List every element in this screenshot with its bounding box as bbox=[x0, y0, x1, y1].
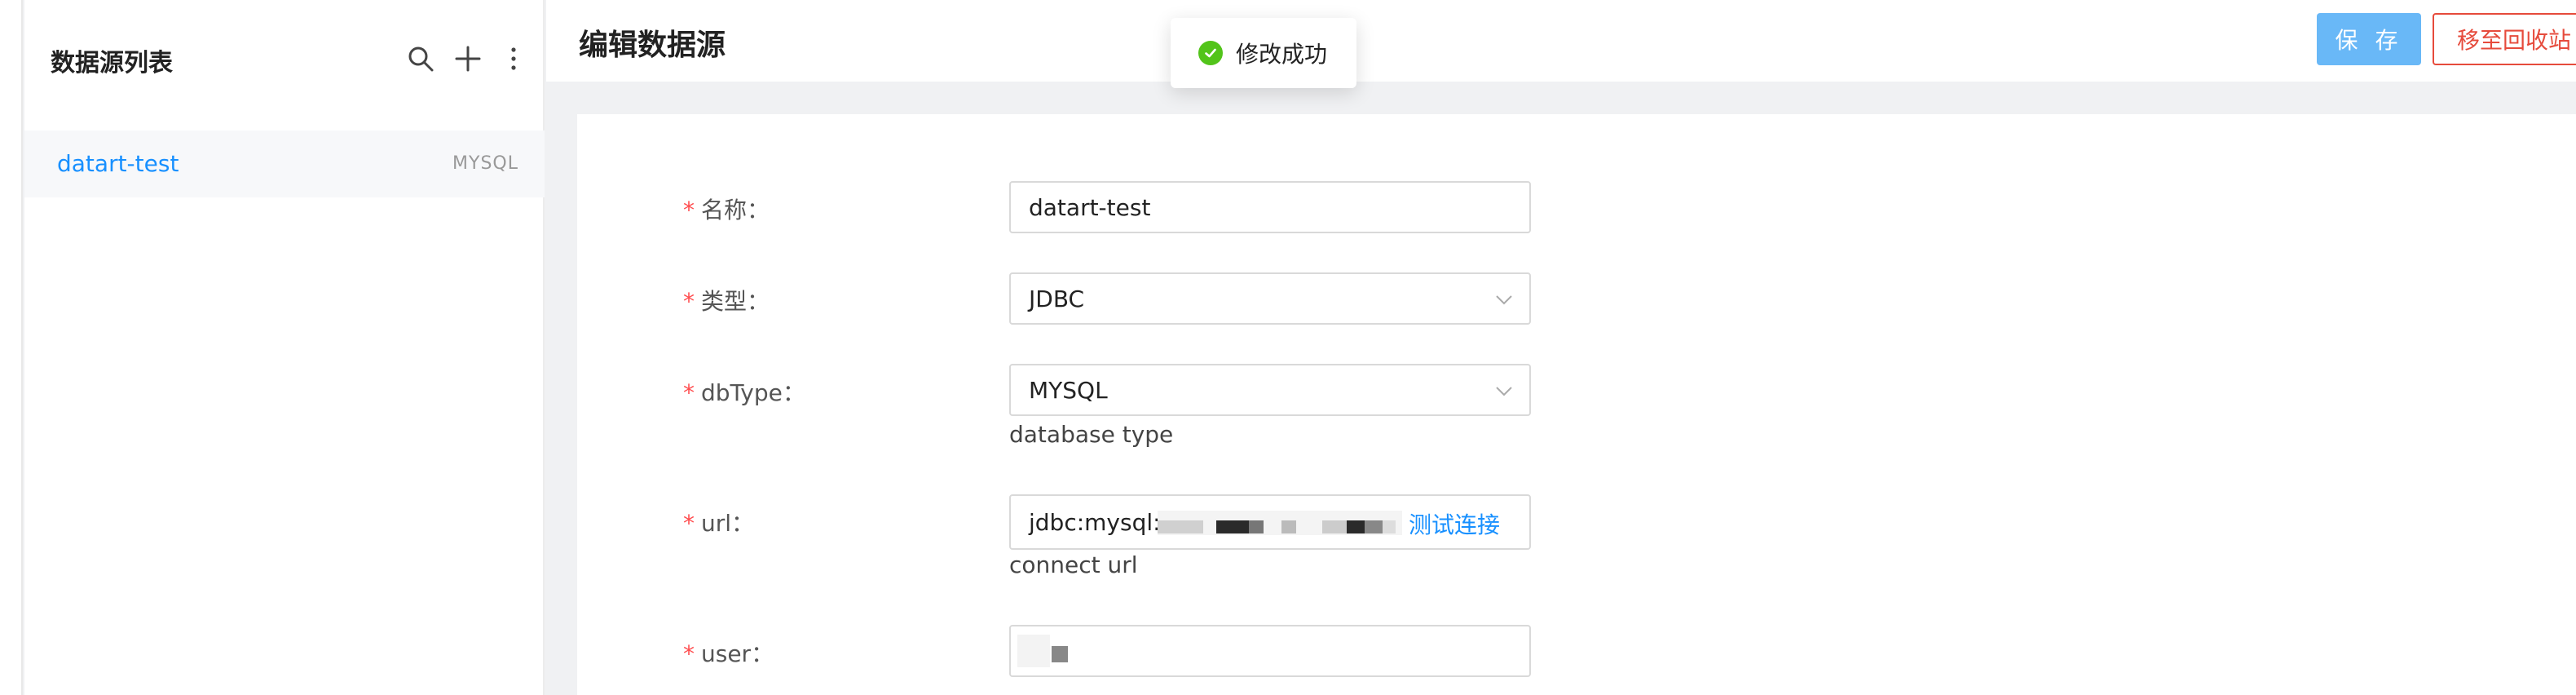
test-connection-link[interactable]: 测试连接 bbox=[1409, 507, 1500, 540]
move-to-trash-button[interactable]: 移至回收站 bbox=[2433, 13, 2576, 65]
redacted-user bbox=[1017, 635, 1050, 667]
success-toast: 修改成功 bbox=[1171, 18, 1356, 88]
user-label: * user： bbox=[683, 640, 774, 667]
datasource-form: * 名称： datart-test * 类型： JDBC * dbType： MYSQ… bbox=[577, 114, 2576, 695]
redaction-block bbox=[1281, 520, 1296, 533]
search-icon[interactable] bbox=[403, 41, 439, 77]
check-circle-icon bbox=[1198, 41, 1223, 65]
redaction-block bbox=[1216, 520, 1249, 533]
app-nav-strip bbox=[0, 0, 23, 695]
toast-message: 修改成功 bbox=[1236, 41, 1328, 68]
required-mark: * bbox=[683, 379, 695, 406]
datasource-list-item[interactable]: datart-test MYSQL bbox=[24, 131, 545, 197]
url-label: * url： bbox=[683, 510, 755, 537]
redaction-block bbox=[1347, 520, 1365, 533]
save-button[interactable]: 保 存 bbox=[2317, 13, 2421, 65]
chevron-down-icon bbox=[1496, 295, 1512, 305]
required-mark: * bbox=[683, 640, 695, 667]
name-input[interactable]: datart-test bbox=[1009, 181, 1531, 233]
redaction-block bbox=[1052, 646, 1068, 662]
more-vertical-icon[interactable] bbox=[496, 41, 532, 77]
dbtype-label: * dbType： bbox=[683, 379, 805, 406]
sidebar-header: 数据源列表 bbox=[24, 0, 545, 122]
required-mark: * bbox=[683, 288, 695, 315]
name-label: * 名称： bbox=[683, 197, 770, 224]
url-input-value: jdbc:mysql:/ bbox=[1029, 508, 1169, 536]
url-help: connect url bbox=[1009, 551, 1138, 578]
type-select[interactable]: JDBC bbox=[1009, 272, 1531, 325]
type-label: * 类型： bbox=[683, 288, 770, 315]
dbtype-help: database type bbox=[1009, 421, 1174, 448]
redaction-block bbox=[1322, 520, 1347, 533]
datasource-name: datart-test bbox=[57, 150, 179, 177]
datasource-type-badge: MYSQL bbox=[452, 153, 518, 174]
url-input[interactable]: jdbc:mysql:/ 测试连接 bbox=[1009, 494, 1531, 550]
redaction-block bbox=[1365, 520, 1383, 533]
page-title: 编辑数据源 bbox=[579, 29, 726, 62]
name-input-value: datart-test bbox=[1029, 193, 1151, 221]
dbtype-select-value: MYSQL bbox=[1029, 376, 1108, 404]
type-select-value: JDBC bbox=[1029, 285, 1085, 312]
redaction-block bbox=[1158, 520, 1203, 533]
required-mark: * bbox=[683, 197, 695, 224]
redaction-block bbox=[1383, 520, 1396, 533]
chevron-down-icon bbox=[1496, 387, 1512, 396]
sidebar-title: 数据源列表 bbox=[51, 49, 173, 77]
dbtype-select[interactable]: MYSQL bbox=[1009, 364, 1531, 416]
plus-icon[interactable] bbox=[450, 41, 486, 77]
user-input[interactable] bbox=[1009, 625, 1531, 677]
datasource-sidebar: 数据源列表 datart-test MYSQL bbox=[24, 0, 545, 695]
editor-header: 编辑数据源 bbox=[546, 0, 2576, 82]
required-mark: * bbox=[683, 510, 695, 537]
redaction-block bbox=[1249, 520, 1264, 533]
